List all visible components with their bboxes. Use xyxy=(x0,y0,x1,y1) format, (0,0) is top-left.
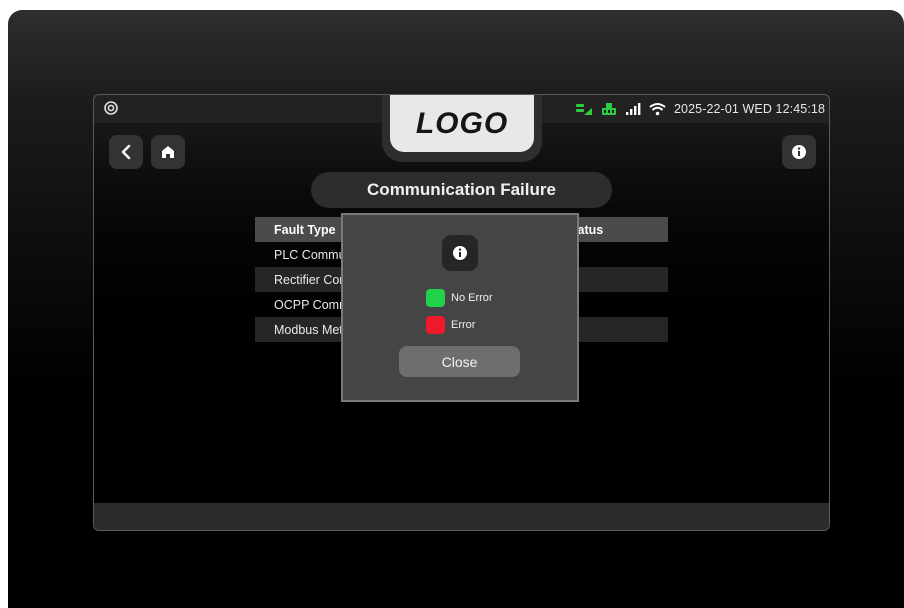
signal-bars-icon xyxy=(625,102,641,116)
info-button[interactable] xyxy=(782,135,816,169)
back-button[interactable] xyxy=(109,135,143,169)
status-icons: 2025-22-01 WED 12:45:18 xyxy=(575,95,825,123)
legend-dialog: No Error Error Close xyxy=(341,213,579,402)
logo: LOGO xyxy=(390,95,534,152)
bottom-bar xyxy=(94,503,829,530)
error-label: Error xyxy=(451,319,476,331)
charger-plug-icon xyxy=(575,102,593,116)
datetime-text: 2025-22-01 WED 12:45:18 xyxy=(673,102,825,116)
info-icon xyxy=(453,246,467,260)
no-error-label: No Error xyxy=(451,292,493,304)
header-fault-type: Fault Type xyxy=(274,222,336,237)
no-error-swatch xyxy=(426,289,445,307)
logo-tab: LOGO xyxy=(382,95,542,162)
close-button[interactable]: Close xyxy=(399,346,520,377)
home-button[interactable] xyxy=(151,135,185,169)
wifi-icon xyxy=(649,102,666,116)
info-icon xyxy=(792,145,806,159)
dialog-info-badge xyxy=(442,235,478,271)
home-icon xyxy=(162,146,174,158)
error-swatch xyxy=(426,316,445,334)
settings-icon[interactable] xyxy=(104,101,118,115)
page-title: Communication Failure xyxy=(311,172,612,208)
legend-no-error: No Error xyxy=(426,289,493,307)
chevron-left-icon xyxy=(121,144,131,160)
network-lan-icon xyxy=(601,102,617,116)
legend-error: Error xyxy=(426,316,475,334)
